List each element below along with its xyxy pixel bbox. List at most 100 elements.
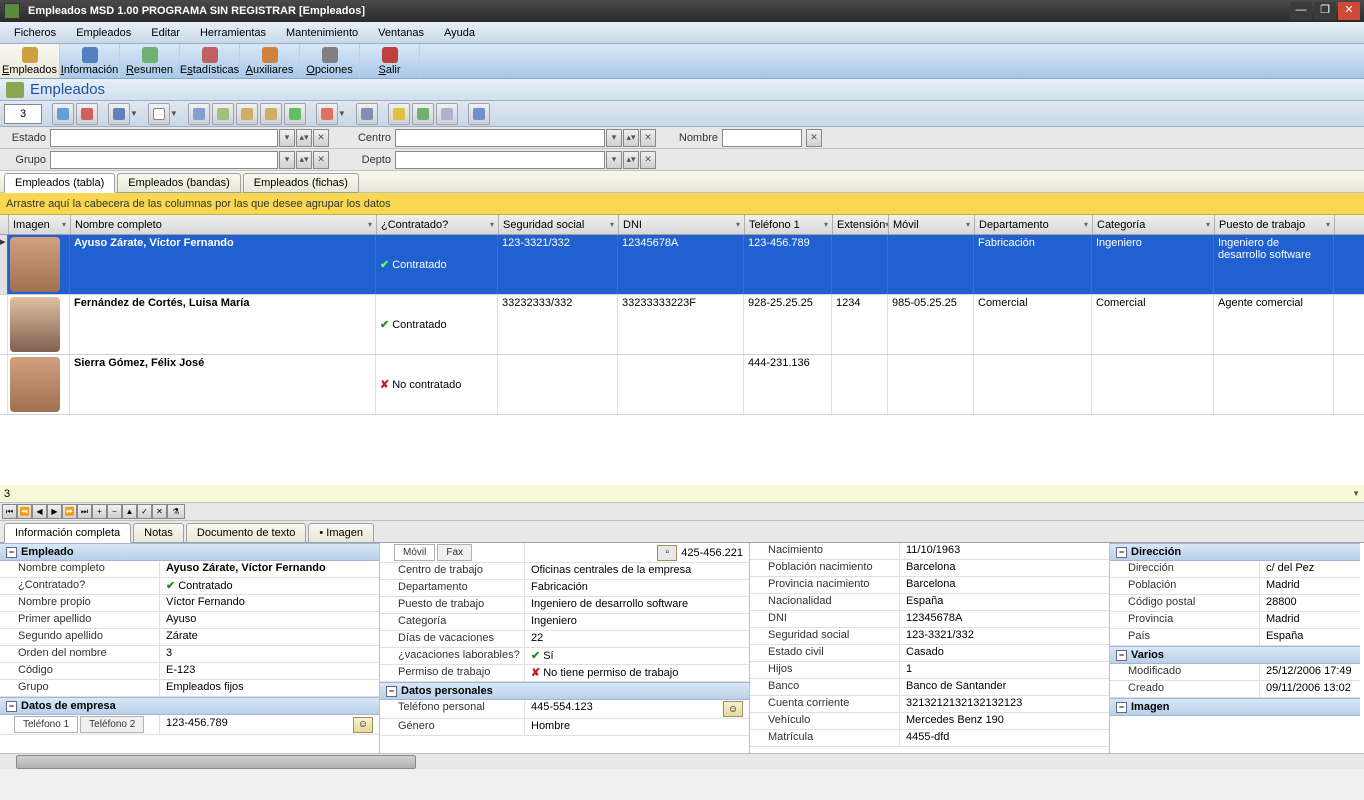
column-header[interactable]: Imagen▾: [9, 215, 71, 234]
scrollbar-thumb[interactable]: [16, 755, 416, 769]
group-direccion[interactable]: −Dirección: [1110, 543, 1360, 561]
menu-empleados[interactable]: Empleados: [66, 24, 141, 42]
tool-remove-icon[interactable]: [316, 103, 338, 125]
group-hint-bar[interactable]: Arrastre aquí la cabecera de las columna…: [0, 193, 1364, 215]
column-header[interactable]: Seguridad social▾: [499, 215, 619, 234]
group-imagen[interactable]: −Imagen: [1110, 698, 1360, 716]
nav-remove-icon[interactable]: −: [107, 504, 122, 519]
collapse-icon[interactable]: −: [1116, 702, 1127, 713]
detail-tab-3[interactable]: • Imagen: [308, 523, 374, 543]
nav-filter-icon[interactable]: ⚗: [167, 504, 185, 519]
column-header[interactable]: Teléfono 1▾: [745, 215, 833, 234]
filter-input-centro[interactable]: [395, 129, 605, 147]
column-dropdown-icon[interactable]: ▾: [1084, 220, 1088, 229]
tab-0[interactable]: Empleados (tabla): [4, 173, 115, 193]
column-header[interactable]: Departamento▾: [975, 215, 1093, 234]
phone-lookup[interactable]: ☺: [353, 717, 373, 733]
group-varios[interactable]: −Varios: [1110, 646, 1360, 664]
tool-monitor-icon[interactable]: [188, 103, 210, 125]
nav-first-icon[interactable]: ⏮: [2, 504, 17, 519]
tab-1[interactable]: Empleados (bandas): [117, 173, 241, 193]
column-header[interactable]: Nombre completo▾: [71, 215, 377, 234]
lookup-button[interactable]: ☺: [723, 701, 743, 717]
nav-cancel-icon[interactable]: ✕: [152, 504, 167, 519]
detail-tab-0[interactable]: Información completa: [4, 523, 131, 543]
filter-btn[interactable]: ▾: [279, 151, 295, 169]
nav-last-icon[interactable]: ⏭: [77, 504, 92, 519]
ribbon-empleados[interactable]: Empleados: [0, 44, 60, 78]
ribbon-información[interactable]: Información: [60, 44, 120, 78]
tool-delete-icon[interactable]: [76, 103, 98, 125]
tool-folder1-icon[interactable]: [236, 103, 258, 125]
group-personal[interactable]: −Datos personales: [380, 682, 749, 700]
filter-input-grupo[interactable]: [50, 151, 278, 169]
minimize-button[interactable]: —: [1290, 2, 1312, 20]
column-dropdown-icon[interactable]: ▾: [1206, 220, 1210, 229]
column-dropdown-icon[interactable]: ▾: [966, 220, 970, 229]
close-button[interactable]: ✕: [1338, 2, 1360, 20]
tab-2[interactable]: Empleados (fichas): [243, 173, 359, 193]
filter-btn[interactable]: ▴▾: [296, 129, 312, 147]
filter-btn[interactable]: ▴▾: [623, 151, 639, 169]
column-dropdown-icon[interactable]: ▾: [368, 220, 372, 229]
ribbon-estadísticas[interactable]: Estadísticas: [180, 44, 240, 78]
collapse-icon[interactable]: −: [6, 547, 17, 558]
column-dropdown-icon[interactable]: ▾: [490, 220, 494, 229]
tool-compare-icon[interactable]: [212, 103, 234, 125]
filter-input-estado[interactable]: [50, 129, 278, 147]
ribbon-resumen[interactable]: Resumen: [120, 44, 180, 78]
ribbon-opciones[interactable]: Opciones: [300, 44, 360, 78]
column-dropdown-icon[interactable]: ▾: [736, 220, 740, 229]
column-header[interactable]: Móvil▾: [889, 215, 975, 234]
filter-clear[interactable]: ✕: [806, 129, 822, 147]
filter-btn[interactable]: ✕: [313, 129, 329, 147]
tool-exit-icon[interactable]: [468, 103, 490, 125]
filter-input-nombre[interactable]: [722, 129, 802, 147]
column-header[interactable]: ¿Contratado?▾: [377, 215, 499, 234]
column-header[interactable]: Puesto de trabajo▾: [1215, 215, 1335, 234]
menu-editar[interactable]: Editar: [141, 24, 190, 42]
filter-btn[interactable]: ✕: [313, 151, 329, 169]
tool-print-icon[interactable]: [356, 103, 378, 125]
column-dropdown-icon[interactable]: ▾: [1326, 220, 1330, 229]
filter-btn[interactable]: ▾: [606, 151, 622, 169]
column-dropdown-icon[interactable]: ▾: [62, 220, 66, 229]
fax-button[interactable]: ▫: [657, 545, 677, 561]
maximize-button[interactable]: ❐: [1314, 2, 1336, 20]
nav-prevpage-icon[interactable]: ⏪: [17, 504, 32, 519]
group-empleado[interactable]: −Empleado: [0, 543, 379, 561]
column-header[interactable]: Categoría▾: [1093, 215, 1215, 234]
nav-prev-icon[interactable]: ◀: [32, 504, 47, 519]
tool-folder2-icon[interactable]: [260, 103, 282, 125]
nav-add-icon[interactable]: +: [92, 504, 107, 519]
detail-tab-2[interactable]: Documento de texto: [186, 523, 306, 543]
phone-tab[interactable]: Teléfono 2: [80, 716, 144, 733]
tool-calendar-icon[interactable]: [148, 103, 170, 125]
group-empresa[interactable]: −Datos de empresa: [0, 697, 379, 715]
nav-edit-icon[interactable]: ▲: [122, 504, 137, 519]
tool-edit-icon[interactable]: [108, 103, 130, 125]
collapse-icon[interactable]: −: [386, 686, 397, 697]
tool-weather-icon[interactable]: [388, 103, 410, 125]
detail-tab-1[interactable]: Notas: [133, 523, 184, 543]
filter-btn[interactable]: ▴▾: [296, 151, 312, 169]
column-header[interactable]: Extensión▾: [833, 215, 889, 234]
filter-btn[interactable]: ✕: [640, 129, 656, 147]
table-row[interactable]: ▸Ayuso Zárate, Víctor Fernando✔Contratad…: [0, 235, 1364, 295]
column-dropdown-icon[interactable]: ▾: [610, 220, 614, 229]
fax-tab[interactable]: Fax: [437, 544, 472, 561]
filter-btn[interactable]: ✕: [640, 151, 656, 169]
filter-btn[interactable]: ▾: [606, 129, 622, 147]
horizontal-scrollbar[interactable]: [0, 753, 1364, 769]
filter-btn[interactable]: ▾: [279, 129, 295, 147]
menu-ficheros[interactable]: Ficheros: [4, 24, 66, 42]
menu-herramientas[interactable]: Herramientas: [190, 24, 276, 42]
collapse-icon[interactable]: −: [6, 701, 17, 712]
collapse-icon[interactable]: −: [1116, 547, 1127, 558]
record-number-box[interactable]: 3: [4, 104, 42, 124]
nav-next-icon[interactable]: ▶: [47, 504, 62, 519]
tool-globe-icon[interactable]: [412, 103, 434, 125]
table-row[interactable]: Fernández de Cortés, Luisa María✔Contrat…: [0, 295, 1364, 355]
filter-input-depto[interactable]: [395, 151, 605, 169]
tool-chart-icon[interactable]: [436, 103, 458, 125]
